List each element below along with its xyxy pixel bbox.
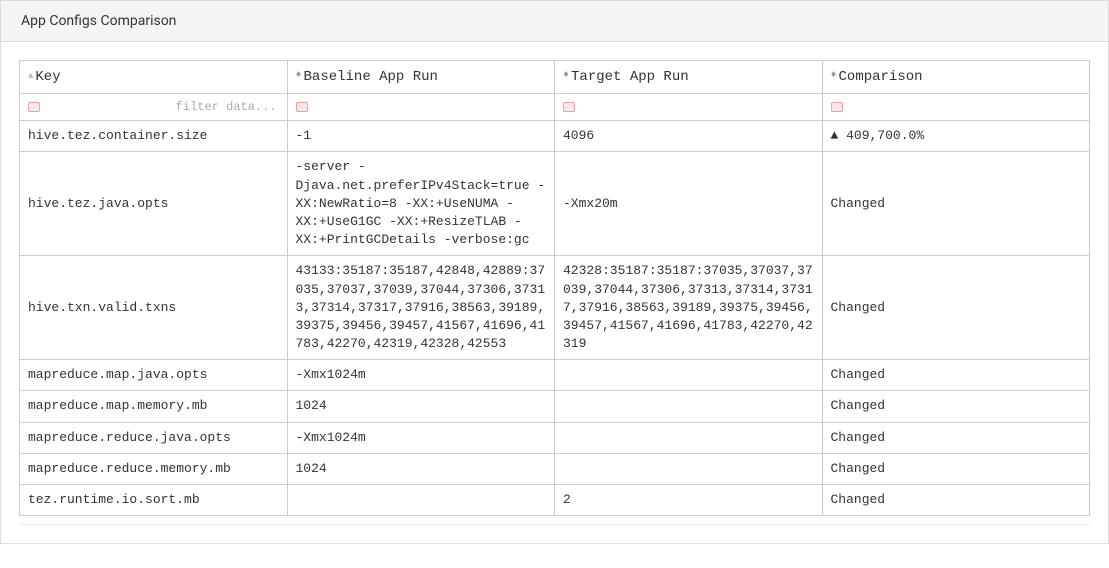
cell-target bbox=[555, 360, 823, 391]
cell-target: -Xmx20m bbox=[555, 152, 823, 256]
cell-target: 4096 bbox=[555, 121, 823, 152]
header-baseline-label: Baseline App Run bbox=[304, 69, 438, 85]
cell-comparison: Changed bbox=[822, 256, 1090, 360]
filter-cell-key bbox=[20, 94, 288, 121]
table-row: mapreduce.reduce.java.opts -Xmx1024m Cha… bbox=[20, 422, 1090, 453]
filter-cell-comparison bbox=[822, 94, 1090, 121]
header-target-label: Target App Run bbox=[571, 69, 689, 85]
table-row: mapreduce.map.memory.mb 1024 Changed bbox=[20, 391, 1090, 422]
cell-comparison: Changed bbox=[822, 360, 1090, 391]
cell-key: tez.runtime.io.sort.mb bbox=[20, 485, 288, 516]
header-key[interactable]: ▲Key bbox=[20, 61, 288, 94]
header-target[interactable]: ♦Target App Run bbox=[555, 61, 823, 94]
filter-row bbox=[20, 94, 1090, 121]
filter-cell-target bbox=[555, 94, 823, 121]
cell-comparison: Changed bbox=[822, 485, 1090, 516]
cell-baseline: -Xmx1024m bbox=[287, 360, 555, 391]
cell-target bbox=[555, 391, 823, 422]
sort-asc-icon: ▲ bbox=[28, 71, 33, 81]
cell-target bbox=[555, 453, 823, 484]
header-comparison[interactable]: ♦Comparison bbox=[822, 61, 1090, 94]
cell-baseline: 43133:35187:35187,42848,42889:37035,3703… bbox=[287, 256, 555, 360]
header-comparison-label: Comparison bbox=[839, 69, 923, 85]
header-baseline[interactable]: ♦Baseline App Run bbox=[287, 61, 555, 94]
filter-badge-icon[interactable] bbox=[563, 102, 575, 112]
filter-input-key[interactable] bbox=[26, 98, 281, 116]
cell-comparison: Changed bbox=[822, 152, 1090, 256]
cell-comparison: Changed bbox=[822, 453, 1090, 484]
cell-comparison: Changed bbox=[822, 422, 1090, 453]
cell-baseline: -Xmx1024m bbox=[287, 422, 555, 453]
cell-target: 42328:35187:35187:37035,37037,37039,3704… bbox=[555, 256, 823, 360]
cell-key: mapreduce.map.memory.mb bbox=[20, 391, 288, 422]
cell-key: mapreduce.reduce.memory.mb bbox=[20, 453, 288, 484]
filter-cell-baseline bbox=[287, 94, 555, 121]
cell-comparison: Changed bbox=[822, 391, 1090, 422]
header-key-label: Key bbox=[35, 69, 60, 85]
cell-key: hive.tez.java.opts bbox=[20, 152, 288, 256]
panel-body: ▲Key ♦Baseline App Run ♦Target App Run ♦… bbox=[1, 42, 1108, 543]
table-body: hive.tez.container.size -1 4096 ▲ 409,70… bbox=[20, 121, 1090, 516]
table-row: hive.txn.valid.txns 43133:35187:35187,42… bbox=[20, 256, 1090, 360]
cell-baseline: -server -Djava.net.preferIPv4Stack=true … bbox=[287, 152, 555, 256]
cell-baseline: -1 bbox=[287, 121, 555, 152]
config-comparison-panel: App Configs Comparison ▲Key ♦Baseline Ap… bbox=[0, 0, 1109, 544]
panel-title: App Configs Comparison bbox=[21, 13, 176, 29]
cell-key: mapreduce.map.java.opts bbox=[20, 360, 288, 391]
cell-key: hive.tez.container.size bbox=[20, 121, 288, 152]
bottom-divider bbox=[19, 524, 1090, 525]
panel-header: App Configs Comparison bbox=[1, 1, 1108, 42]
sort-icon: ♦ bbox=[831, 71, 837, 81]
table-row: hive.tez.java.opts -server -Djava.net.pr… bbox=[20, 152, 1090, 256]
sort-icon: ♦ bbox=[296, 71, 302, 81]
table-row: mapreduce.map.java.opts -Xmx1024m Change… bbox=[20, 360, 1090, 391]
filter-badge-icon[interactable] bbox=[296, 102, 308, 112]
cell-comparison: ▲ 409,700.0% bbox=[822, 121, 1090, 152]
cell-baseline: 1024 bbox=[287, 453, 555, 484]
cell-key: mapreduce.reduce.java.opts bbox=[20, 422, 288, 453]
sort-icon: ♦ bbox=[563, 71, 569, 81]
table-row: tez.runtime.io.sort.mb 2 Changed bbox=[20, 485, 1090, 516]
cell-target: 2 bbox=[555, 485, 823, 516]
filter-badge-icon[interactable] bbox=[831, 102, 843, 112]
table-row: hive.tez.container.size -1 4096 ▲ 409,70… bbox=[20, 121, 1090, 152]
filter-badge-icon[interactable] bbox=[28, 102, 40, 112]
config-table: ▲Key ♦Baseline App Run ♦Target App Run ♦… bbox=[19, 60, 1090, 516]
cell-target bbox=[555, 422, 823, 453]
cell-key: hive.txn.valid.txns bbox=[20, 256, 288, 360]
cell-baseline bbox=[287, 485, 555, 516]
cell-baseline: 1024 bbox=[287, 391, 555, 422]
table-row: mapreduce.reduce.memory.mb 1024 Changed bbox=[20, 453, 1090, 484]
table-header-row: ▲Key ♦Baseline App Run ♦Target App Run ♦… bbox=[20, 61, 1090, 94]
